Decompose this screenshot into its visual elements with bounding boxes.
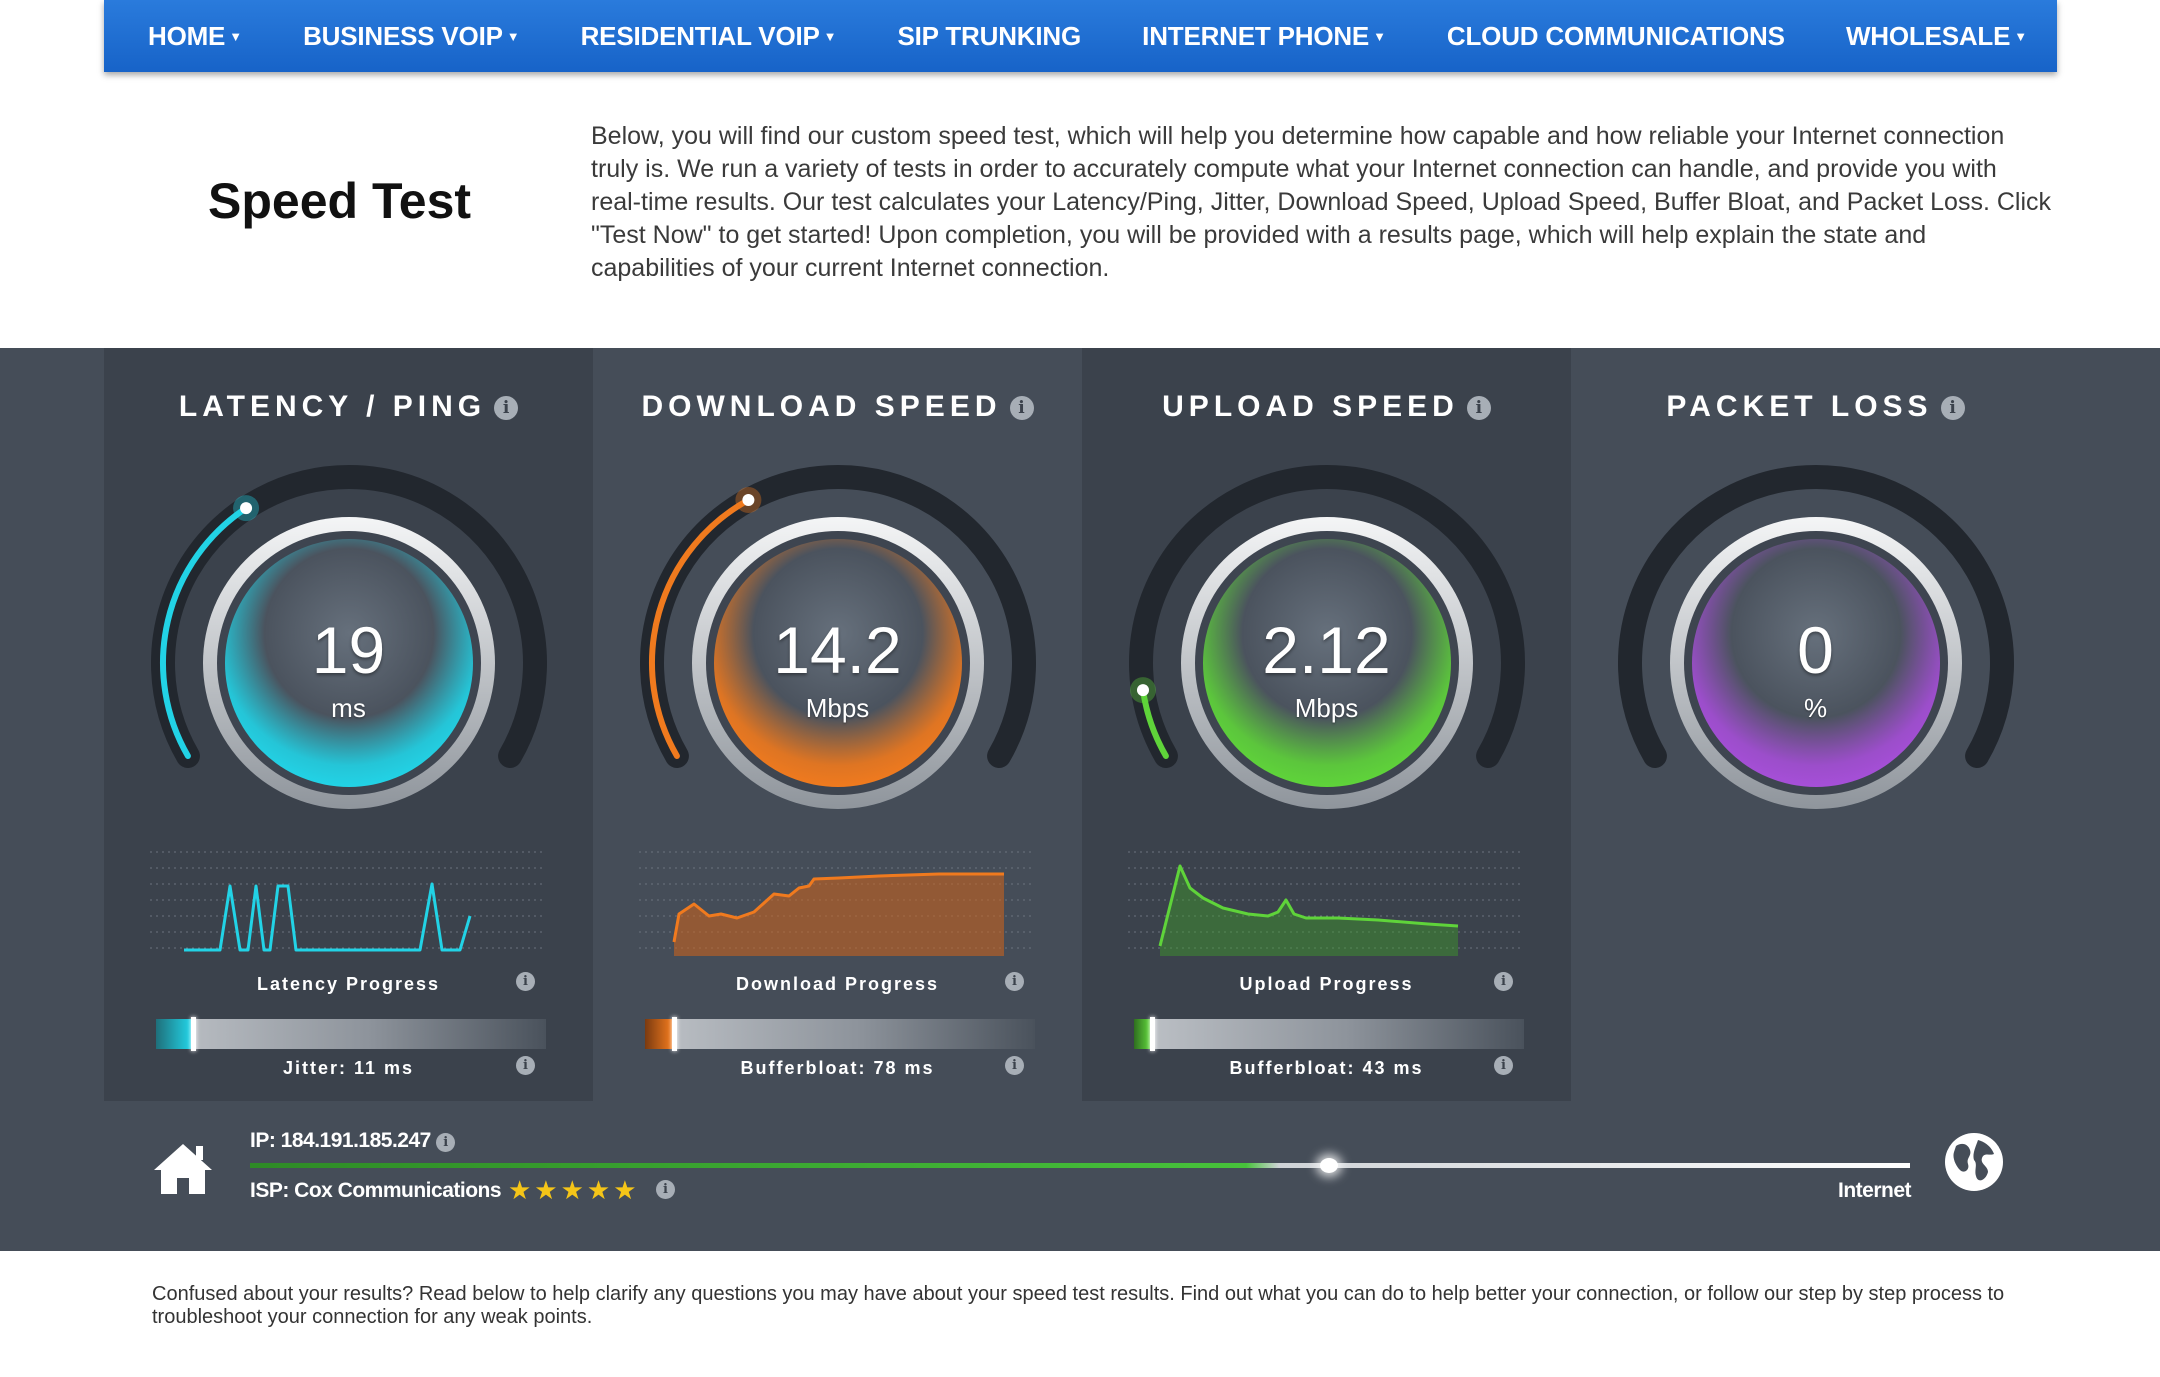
download-value: 14.2 bbox=[773, 613, 902, 687]
globe-icon bbox=[1945, 1133, 2003, 1191]
upload-column: UPLOAD SPEED i 2.12 Mbps Upload Progress … bbox=[1082, 348, 1571, 1101]
caret-down-icon: ▼ bbox=[1373, 28, 1386, 44]
caret-down-icon: ▼ bbox=[229, 28, 242, 44]
nav-sip-trunking[interactable]: SIP TRUNKING bbox=[898, 21, 1082, 52]
ip-address: IP: 184.191.185.247 i bbox=[250, 1129, 456, 1153]
speed-test-panel: LATENCY / PING i 19 ms Latency Progress i… bbox=[0, 348, 2160, 1251]
nav-home[interactable]: HOME ▼ bbox=[148, 21, 242, 52]
nav-wholesale[interactable]: WHOLESALE ▼ bbox=[1846, 21, 2027, 52]
info-icon[interactable]: i bbox=[1005, 1056, 1024, 1075]
upload-progress-graph bbox=[1128, 851, 1522, 956]
info-icon[interactable]: i bbox=[656, 1180, 675, 1199]
main-nav: HOME ▼ BUSINESS VOIP ▼ RESIDENTIAL VOIP ▼ S… bbox=[104, 0, 2057, 72]
packet-loss-value: 0 bbox=[1797, 613, 1834, 687]
connection-progress-track bbox=[250, 1163, 1910, 1168]
info-icon[interactable]: i bbox=[1940, 396, 1965, 420]
caret-down-icon: ▼ bbox=[506, 28, 520, 44]
gauge-head bbox=[240, 502, 253, 515]
upload-value: 2.12 bbox=[1262, 613, 1391, 687]
caret-down-icon: ▼ bbox=[823, 28, 837, 44]
download-unit: Mbps bbox=[805, 693, 870, 723]
download-bufferbloat-marker bbox=[672, 1017, 678, 1051]
download-progress-graph bbox=[639, 851, 1033, 956]
info-icon[interactable]: i bbox=[516, 1056, 535, 1075]
latency-value: 19 bbox=[311, 613, 386, 687]
upload-bufferbloat-marker bbox=[1149, 1017, 1155, 1051]
page-title: Speed Test bbox=[208, 173, 472, 229]
latency-trace bbox=[184, 882, 472, 952]
download-bufferbloat-bar bbox=[645, 1017, 1035, 1051]
upload-title: UPLOAD SPEED i bbox=[1082, 390, 1571, 424]
nav-internet-phone[interactable]: INTERNET PHONE ▼ bbox=[1142, 21, 1386, 52]
jitter-bar bbox=[156, 1017, 546, 1051]
jitter-bar-fill bbox=[156, 1019, 192, 1049]
intro-text: Below, you will find our custom speed te… bbox=[591, 122, 2052, 282]
download-column: DOWNLOAD SPEED i 14.2 Mbps Download Progr… bbox=[593, 348, 1082, 1101]
info-icon[interactable]: i bbox=[1009, 396, 1034, 420]
jitter-bar-marker bbox=[191, 1017, 197, 1051]
upload-bufferbloat-fill bbox=[1134, 1019, 1150, 1049]
latency-progress-graph bbox=[150, 851, 544, 952]
info-icon[interactable]: i bbox=[1494, 1056, 1513, 1075]
download-bufferbloat-fill bbox=[645, 1019, 673, 1049]
info-icon[interactable]: i bbox=[1494, 972, 1513, 991]
nav-cloud-communications[interactable]: CLOUD COMMUNICATIONS bbox=[1447, 21, 1785, 52]
info-icon[interactable]: i bbox=[494, 396, 519, 420]
upload-area bbox=[1160, 866, 1458, 956]
results-help-text: Confused about your results? Read below … bbox=[152, 1283, 2005, 1328]
packet-loss-unit: % bbox=[1803, 693, 1828, 723]
home-icon bbox=[154, 1144, 212, 1194]
internet-label: Internet bbox=[1838, 1179, 1912, 1202]
isp-name: ISP: Cox Communications bbox=[250, 1179, 502, 1202]
latency-title: LATENCY / PING i bbox=[104, 390, 593, 424]
info-icon[interactable]: i bbox=[436, 1133, 456, 1152]
upload-unit: Mbps bbox=[1294, 693, 1359, 723]
nav-residential-voip[interactable]: RESIDENTIAL VOIP ▼ bbox=[581, 21, 837, 52]
nav-business-voip[interactable]: BUSINESS VOIP ▼ bbox=[303, 21, 520, 52]
packet-loss-column: PACKET LOSS i 0 % bbox=[1571, 348, 2060, 1101]
info-icon[interactable]: i bbox=[1005, 972, 1024, 991]
caret-down-icon: ▼ bbox=[2014, 28, 2027, 44]
connection-progress-knob bbox=[1320, 1158, 1338, 1173]
latency-column: LATENCY / PING i 19 ms Latency Progress i… bbox=[104, 348, 593, 1101]
info-icon[interactable]: i bbox=[1466, 396, 1491, 420]
gauge-head bbox=[742, 494, 755, 507]
isp-rating-stars: ★★★★★ bbox=[508, 1175, 640, 1205]
packet-loss-title: PACKET LOSS i bbox=[1571, 390, 2060, 424]
download-title: DOWNLOAD SPEED i bbox=[593, 390, 1082, 424]
latency-unit: ms bbox=[331, 693, 366, 723]
info-icon[interactable]: i bbox=[516, 972, 535, 991]
upload-bufferbloat-bar bbox=[1134, 1017, 1524, 1051]
graph-grid bbox=[150, 851, 544, 949]
